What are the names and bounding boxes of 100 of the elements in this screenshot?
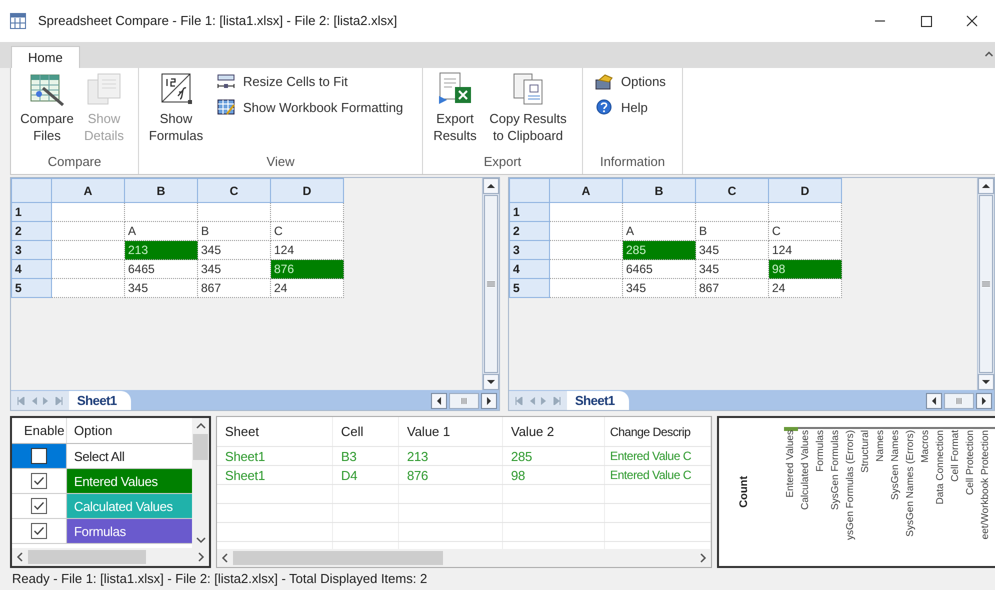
checkbox[interactable] (31, 523, 47, 539)
scroll-thumb-icon[interactable] (944, 392, 974, 408)
ribbon-button[interactable]: Show Workbook Formatting (217, 98, 404, 117)
corner-cell[interactable] (12, 178, 52, 202)
column-header[interactable]: Cell (333, 417, 399, 446)
grid-cell[interactable]: 867 (696, 278, 768, 298)
grid-cell[interactable]: 213 (124, 240, 198, 260)
grid-cell[interactable]: 345 (198, 240, 270, 260)
ribbon-tab[interactable]: Home (11, 46, 80, 68)
ribbon-button[interactable]: Help (595, 98, 666, 117)
ribbon-button[interactable]: Compare Files (17, 72, 77, 152)
row-header[interactable]: 2 (510, 222, 550, 240)
row-header[interactable]: 3 (12, 240, 52, 260)
column-header[interactable]: A (550, 178, 622, 202)
checkbox[interactable] (31, 448, 47, 464)
chevron-up-icon[interactable] (985, 51, 993, 57)
row-header[interactable]: 2 (12, 222, 52, 240)
next-sheet-icon[interactable] (541, 396, 547, 404)
last-sheet-icon[interactable] (55, 396, 63, 404)
sheet-tab[interactable]: Sheet1 (567, 391, 629, 410)
grid-cell[interactable]: 867 (198, 278, 270, 298)
grid-cell[interactable] (52, 222, 124, 240)
column-header[interactable]: Enable (12, 418, 67, 443)
scroll-left-icon[interactable] (926, 392, 942, 408)
grid-cell[interactable]: 124 (768, 240, 842, 260)
row-header[interactable]: 4 (12, 260, 52, 278)
checkbox[interactable] (31, 473, 47, 489)
scroll-left-icon[interactable] (431, 392, 447, 408)
grid-cell[interactable]: 6465 (622, 260, 696, 278)
grid-cell[interactable] (550, 222, 622, 240)
grid-cell[interactable]: 24 (270, 278, 344, 298)
ribbon-button[interactable]: Export Results (429, 72, 481, 152)
scroll-thumb-icon[interactable] (449, 392, 479, 408)
column-header[interactable]: Option (67, 418, 192, 443)
horizontal-scrollbar[interactable] (217, 549, 711, 567)
scroll-thumb[interactable] (193, 434, 208, 460)
grid-cell[interactable]: B (696, 222, 768, 240)
previous-sheet-icon[interactable] (31, 396, 37, 404)
grid-cell[interactable] (550, 260, 622, 278)
scroll-right-icon[interactable] (481, 392, 497, 408)
grid-cell[interactable] (52, 202, 124, 222)
row-header[interactable]: 1 (12, 202, 52, 222)
grid-cell[interactable]: 124 (270, 240, 344, 260)
vertical-scrollbar[interactable] (192, 418, 209, 548)
grid-cell[interactable]: 345 (124, 278, 198, 298)
grid-cell[interactable]: B (198, 222, 270, 240)
ribbon-button[interactable]: Show Formulas (145, 72, 207, 152)
grid-cell[interactable]: 345 (696, 240, 768, 260)
vertical-scrollbar[interactable] (977, 178, 994, 390)
ribbon-button[interactable]: Resize Cells to Fit (217, 72, 404, 92)
column-header[interactable]: Value 2 (503, 417, 605, 446)
row-header[interactable]: 4 (510, 260, 550, 278)
horizontal-scrollbar[interactable] (12, 548, 209, 566)
scroll-down-icon[interactable] (483, 374, 499, 390)
grid-cell[interactable] (622, 202, 696, 222)
last-sheet-icon[interactable] (553, 396, 561, 404)
grid-cell[interactable] (550, 202, 622, 222)
grid-cell[interactable] (52, 278, 124, 298)
sheet-tab[interactable]: Sheet1 (69, 391, 131, 410)
grid-cell[interactable]: C (768, 222, 842, 240)
enable-cell[interactable] (12, 444, 67, 468)
scroll-down-icon[interactable] (978, 374, 994, 390)
column-header[interactable]: Value 1 (399, 417, 503, 446)
scroll-thumb[interactable] (233, 551, 443, 565)
row-header[interactable]: 1 (510, 202, 550, 222)
ribbon-button[interactable]: Copy Results to Clipboard (485, 72, 571, 152)
grid-cell[interactable] (696, 202, 768, 222)
vertical-scrollbar[interactable] (482, 178, 499, 390)
grid-cell[interactable] (768, 202, 842, 222)
grid-cell[interactable] (270, 202, 344, 222)
scroll-up-icon[interactable] (978, 178, 994, 194)
grid-cell[interactable]: 345 (696, 260, 768, 278)
previous-sheet-icon[interactable] (529, 396, 535, 404)
scroll-right-icon[interactable] (976, 392, 992, 408)
ribbon-button[interactable]: Options (595, 72, 666, 92)
column-header[interactable]: Change Descrip (605, 417, 711, 446)
grid-cell[interactable]: 876 (270, 260, 344, 278)
grid-cell[interactable]: A (124, 222, 198, 240)
column-header[interactable]: C (198, 178, 270, 202)
column-header[interactable]: B (124, 178, 198, 202)
grid-cell[interactable] (550, 240, 622, 260)
checkbox[interactable] (31, 498, 47, 514)
grid-cell[interactable] (198, 202, 270, 222)
column-header[interactable]: B (622, 178, 696, 202)
grid-cell[interactable]: C (270, 222, 344, 240)
scroll-thumb[interactable] (28, 550, 146, 564)
column-header[interactable]: D (768, 178, 842, 202)
grid-cell[interactable]: 345 (622, 278, 696, 298)
grid-cell[interactable] (124, 202, 198, 222)
row-header[interactable]: 3 (510, 240, 550, 260)
column-header[interactable]: Sheet (217, 417, 333, 446)
option-label[interactable]: Entered Values (67, 469, 192, 493)
grid-cell[interactable] (52, 260, 124, 278)
horizontal-scrollbar[interactable] (926, 391, 994, 410)
grid-cell[interactable]: 24 (768, 278, 842, 298)
column-header[interactable]: A (52, 178, 124, 202)
grid-cell[interactable]: 345 (198, 260, 270, 278)
corner-cell[interactable] (510, 178, 550, 202)
row-header[interactable]: 5 (12, 278, 52, 298)
column-header[interactable]: D (270, 178, 344, 202)
